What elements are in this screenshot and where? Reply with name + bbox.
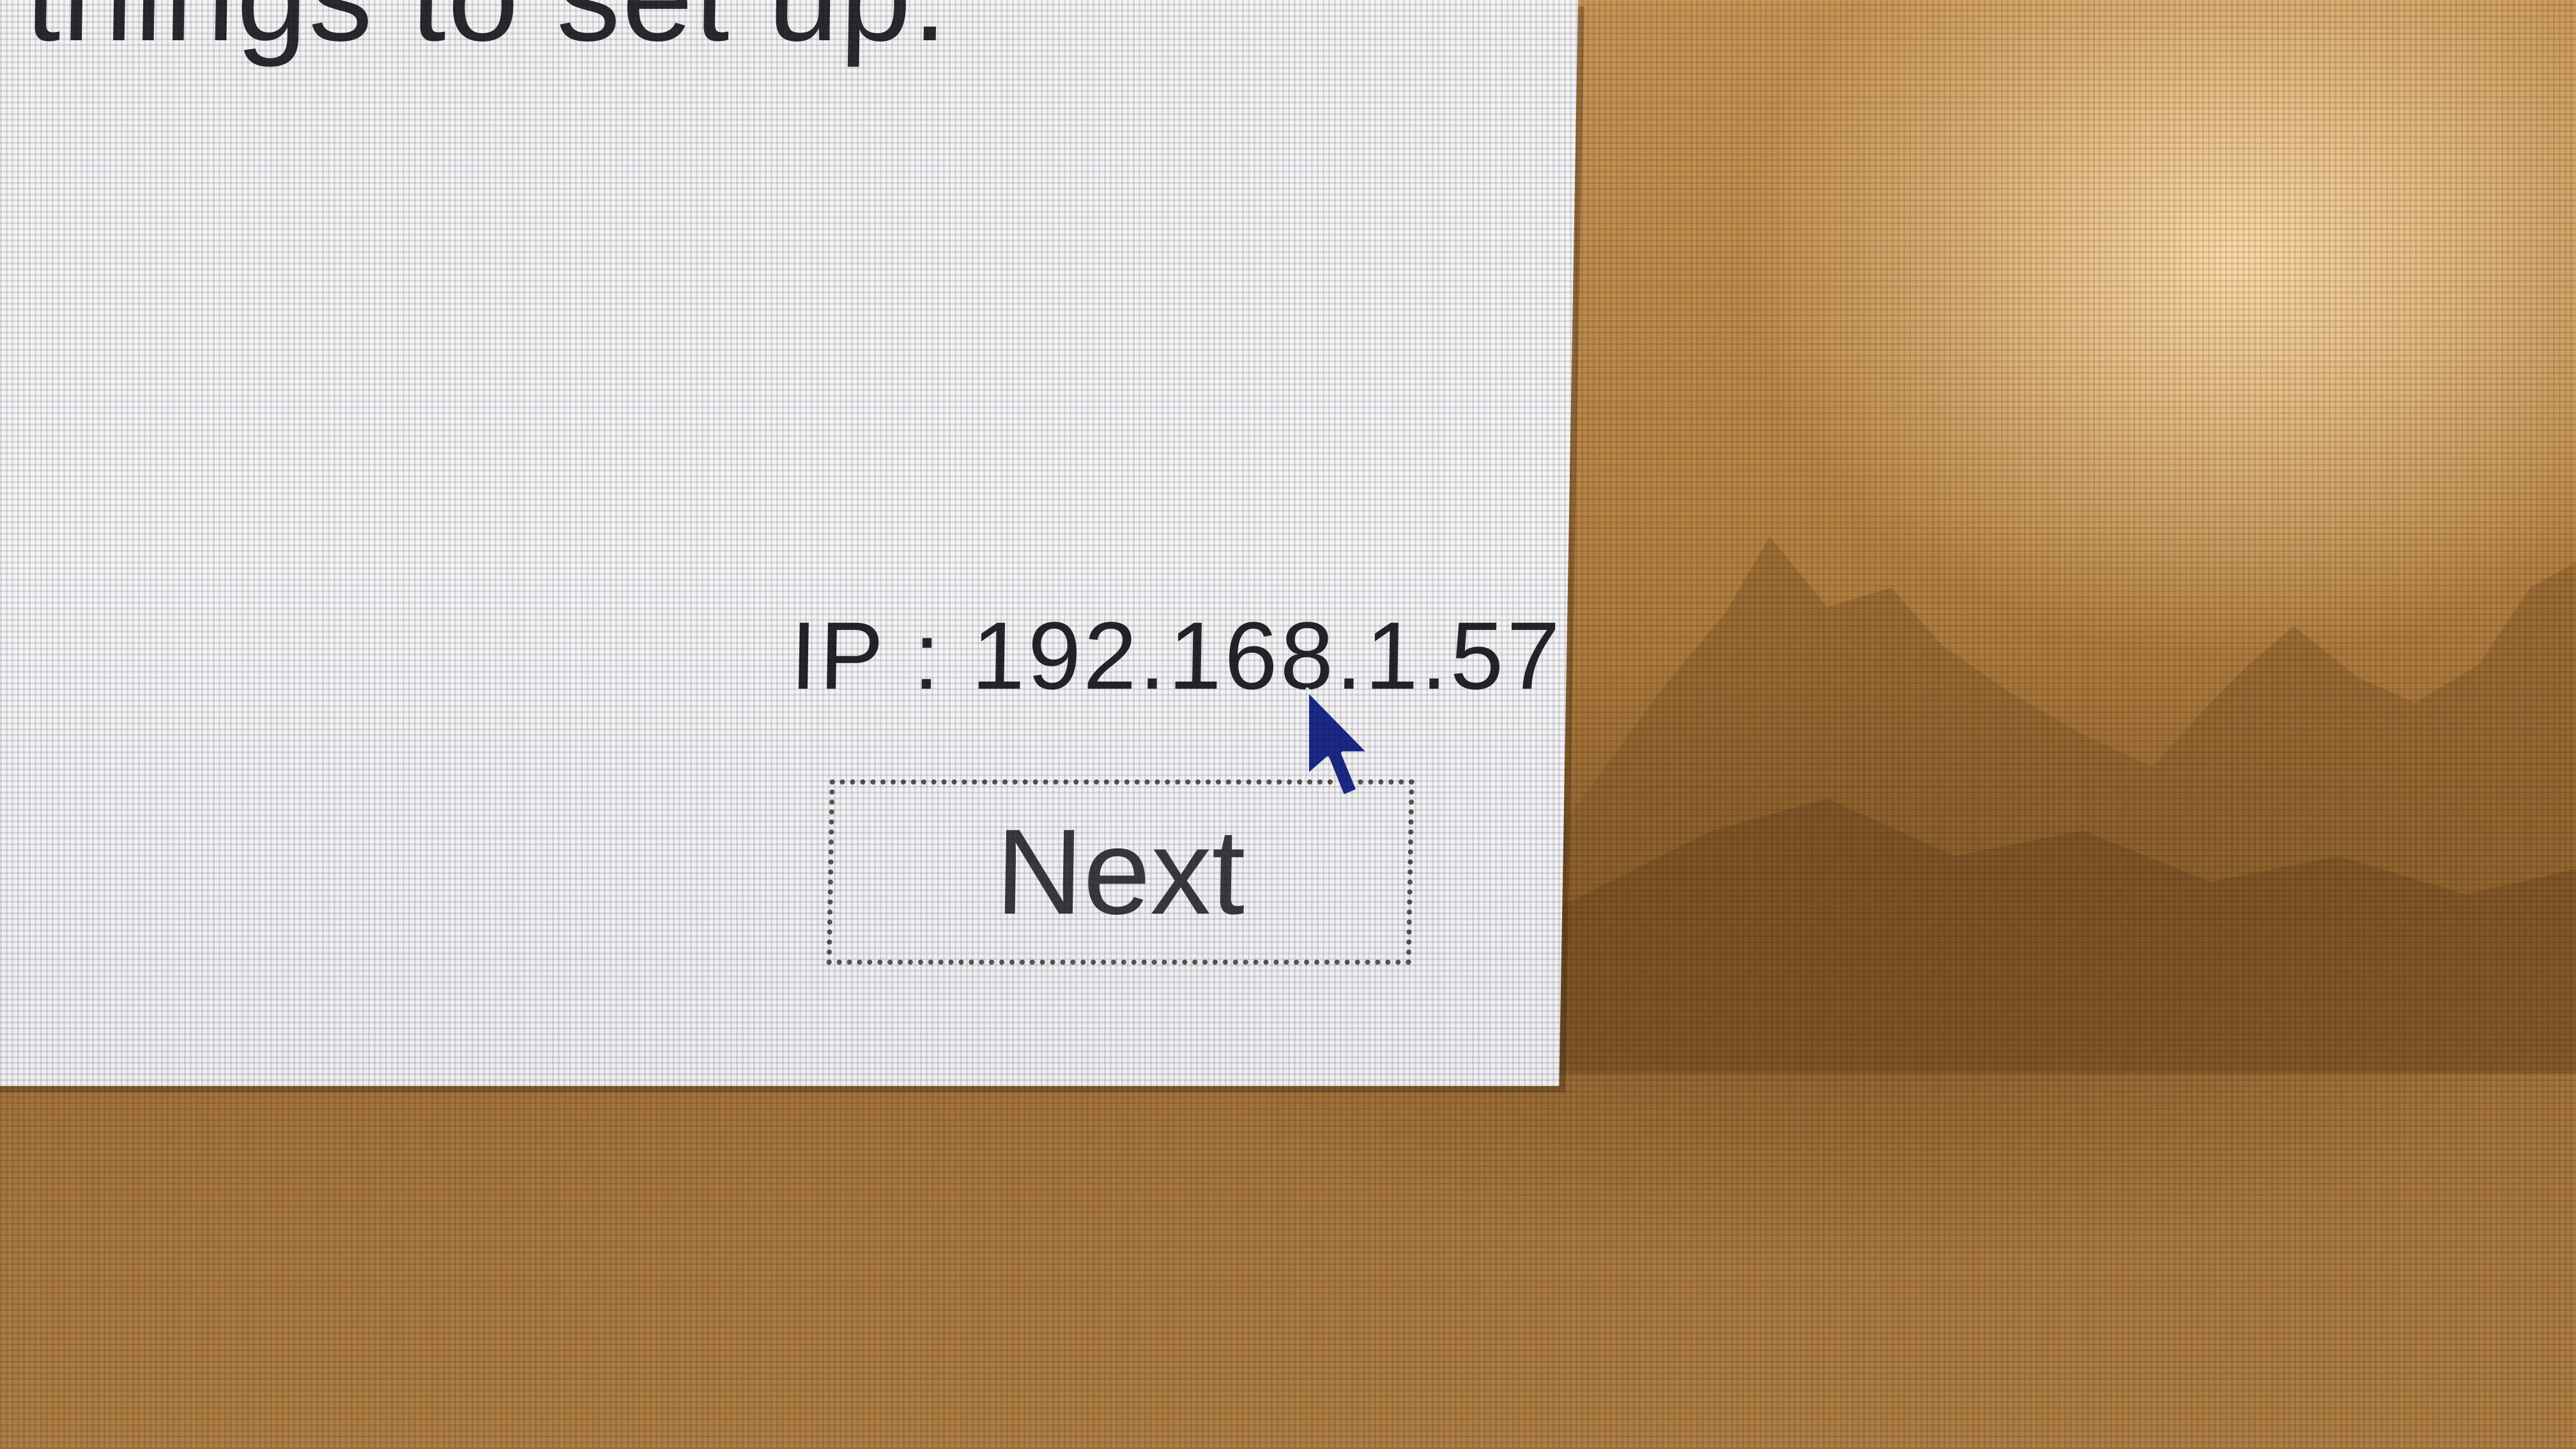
wallpaper-mountain-silhouette: [1559, 537, 2576, 1073]
setup-dialog-window: things to set up. IP : 192.168.1.57 Next: [0, 0, 1578, 1086]
mouse-pointer-arrow-icon: [1305, 687, 1372, 799]
ip-address-label: IP : 192.168.1.57: [789, 602, 1563, 709]
next-button[interactable]: Next: [826, 779, 1414, 965]
intro-text: things to set up.: [24, 0, 951, 70]
